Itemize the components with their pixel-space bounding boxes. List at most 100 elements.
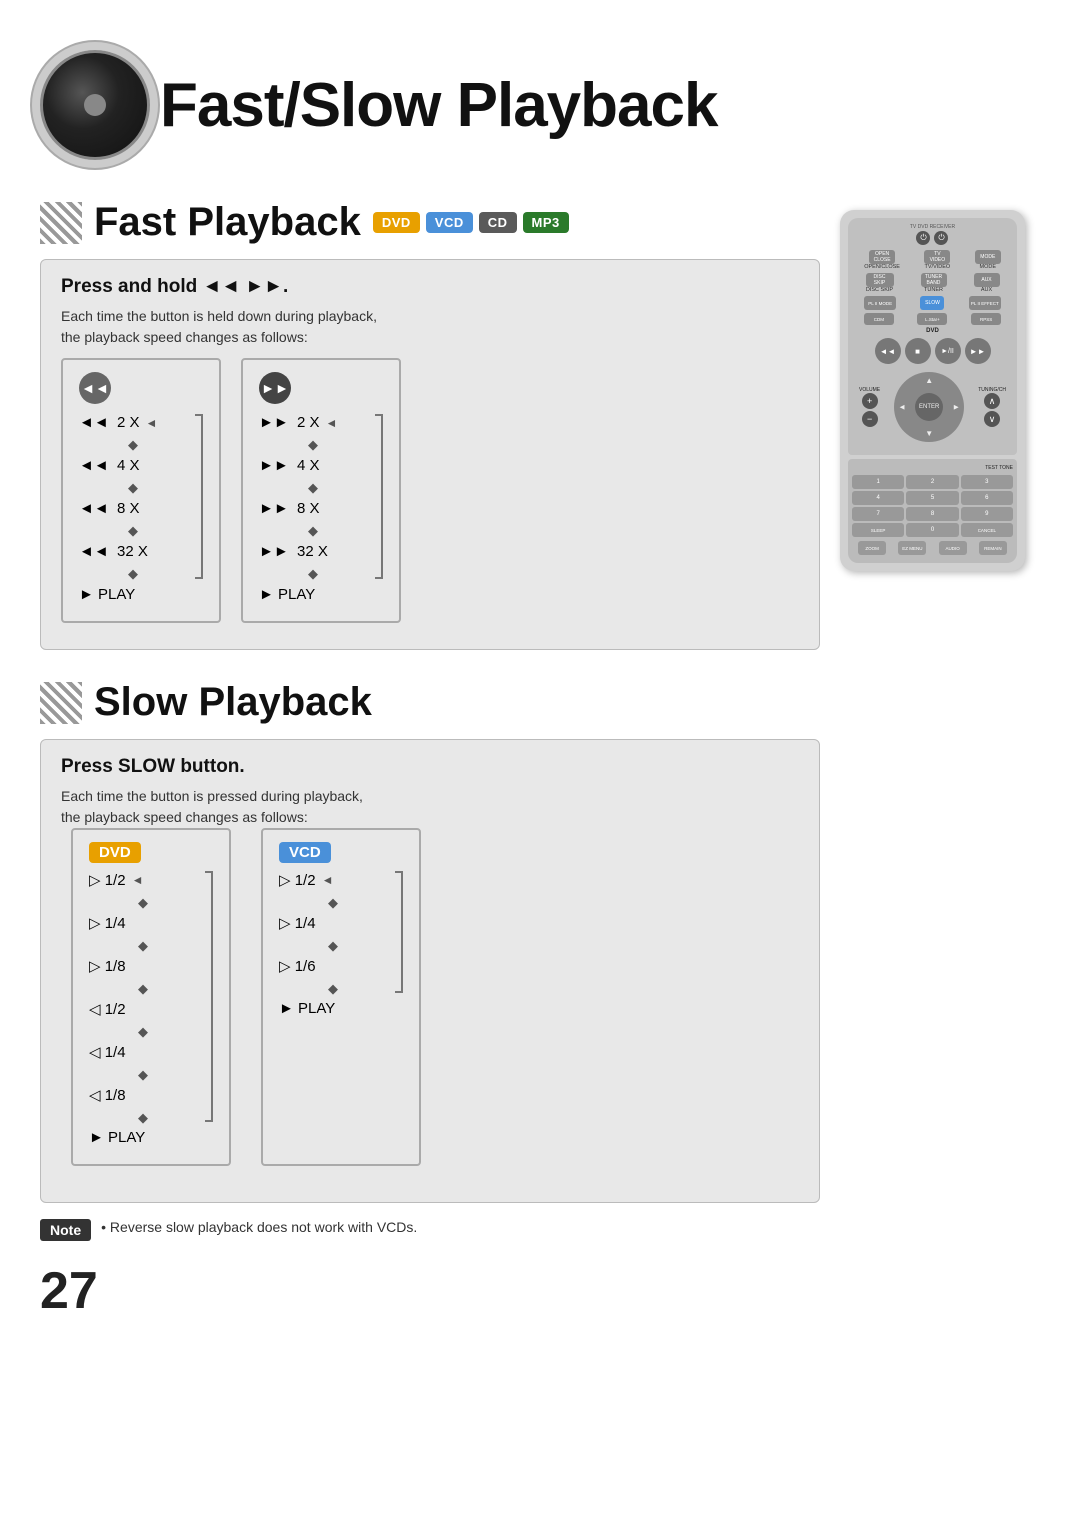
cancel-btn[interactable]: CANCEL bbox=[961, 523, 1013, 537]
nav-left[interactable]: ◄ bbox=[898, 403, 906, 412]
fast-playback-info-title: Press and hold ◄◄ ►►. bbox=[61, 276, 799, 298]
tv-video-btn[interactable]: TVVIDEO bbox=[924, 250, 950, 264]
zoom-btn[interactable]: ZOOM bbox=[858, 541, 886, 555]
rewind-btn-icon: ◄◄ bbox=[79, 372, 111, 404]
num-6[interactable]: 6 bbox=[961, 491, 1013, 505]
remote-top: TV DVD RECEIVER ⏻ ⏻ OPENCLOSE OPEN/CLOSE bbox=[848, 218, 1017, 455]
mode-btn[interactable]: MODE bbox=[975, 250, 1001, 264]
remote-numpad: 1 2 3 4 5 6 7 8 9 SLEEP 0 CANCEL bbox=[852, 475, 1013, 537]
num-2[interactable]: 2 bbox=[906, 475, 958, 489]
transport-play[interactable]: ►/II bbox=[935, 338, 961, 364]
remote-row-2: DISCSKIP DISC SKIP TUNERBAND TUNER AUX A… bbox=[852, 273, 1013, 293]
cdm-btn[interactable]: CDM bbox=[864, 313, 894, 325]
step-fw-diamond-2: ◆ bbox=[259, 480, 367, 496]
tuning-up-btn[interactable]: ∧ bbox=[984, 393, 1000, 409]
dvd-s4: ◁ 1/2 bbox=[89, 1000, 197, 1018]
dvd-s7: ► PLAY bbox=[89, 1129, 197, 1146]
remote-power-row: TV DVD RECEIVER ⏻ ⏻ bbox=[852, 224, 1013, 245]
nav-right[interactable]: ► bbox=[952, 403, 960, 412]
num-5[interactable]: 5 bbox=[906, 491, 958, 505]
slow-bold: SLOW bbox=[118, 756, 175, 777]
left-content: Fast Playback DVD VCD CD MP3 Press and h… bbox=[40, 190, 820, 1321]
vol-down-btn[interactable]: − bbox=[862, 411, 878, 427]
slow-playback-header: Slow Playback bbox=[40, 680, 820, 725]
slow-playback-icon bbox=[40, 682, 82, 724]
fast-playback-info-box: Press and hold ◄◄ ►►. Each time the butt… bbox=[40, 259, 820, 650]
nav-up[interactable]: ▲ bbox=[925, 376, 933, 385]
transport-stop[interactable]: ■ bbox=[905, 338, 931, 364]
dvd-s1: ▷ 1/2 ◄ bbox=[89, 871, 197, 889]
remote-row-1: OPENCLOSE OPEN/CLOSE TVVIDEO TV/VIDEO MO… bbox=[852, 250, 1013, 270]
remote-bottom: TEST TONE 1 2 3 4 5 6 7 8 9 SLEEP 0 bbox=[848, 459, 1017, 563]
badge-vcd: VCD bbox=[426, 212, 473, 233]
ez-menu-btn[interactable]: EZ MENU bbox=[898, 541, 926, 555]
num-3[interactable]: 3 bbox=[961, 475, 1013, 489]
disc-skip-btn[interactable]: DISCSKIP bbox=[866, 273, 894, 287]
num-1[interactable]: 1 bbox=[852, 475, 904, 489]
forward-btn-icon: ►► bbox=[259, 372, 291, 404]
num-0[interactable]: 0 bbox=[906, 523, 958, 537]
nav-down[interactable]: ▼ bbox=[925, 429, 933, 438]
fast-diagram-container: ◄◄ ◄◄ 2 X ◄ ◆ ◄◄ 4 X ◆ ◄◄ 8 X ◆ ◄◄ 32 X … bbox=[61, 358, 799, 623]
enter-btn[interactable]: ENTER bbox=[915, 393, 943, 421]
remain-btn[interactable]: REMAIN bbox=[979, 541, 1007, 555]
step-fw-play: ► PLAY bbox=[259, 586, 367, 603]
dvd-slow-diagram: DVD ▷ 1/2 ◄ ◆ ▷ 1/4 ◆ ▷ 1/8 ◆ ◁ 1/2 ◆ bbox=[71, 828, 231, 1166]
num-9[interactable]: 9 bbox=[961, 507, 1013, 521]
note-text: • Reverse slow playback does not work wi… bbox=[101, 1219, 417, 1235]
transport-rw[interactable]: ◄◄ bbox=[875, 338, 901, 364]
fast-playback-badges: DVD VCD CD MP3 bbox=[373, 212, 569, 233]
lstar-btn[interactable]: L.Star+ bbox=[917, 313, 947, 325]
vol-tuning-row: VOLUME + − ▲ ▼ ◄ ► bbox=[852, 368, 1013, 446]
badge-cd: CD bbox=[479, 212, 517, 233]
step-rw-2: ◄◄ 4 X bbox=[79, 457, 187, 474]
pl2-effect-btn[interactable]: PL II EFFECT bbox=[969, 296, 1001, 310]
aux-btn[interactable]: AUX bbox=[974, 273, 1000, 287]
dvd-s2: ▷ 1/4 bbox=[89, 914, 197, 932]
remote-transport: ◄◄ ■ ►/II ►► bbox=[852, 338, 1013, 364]
vol-up-btn[interactable]: + bbox=[862, 393, 878, 409]
step-fw-1: ►► 2 X ◄ bbox=[259, 414, 367, 431]
remote-nav-circle: ▲ ▼ ◄ ► ENTER bbox=[894, 372, 964, 442]
step-rw-4: ◄◄ 32 X bbox=[79, 543, 187, 560]
transport-ff[interactable]: ►► bbox=[965, 338, 991, 364]
remote-control: TV DVD RECEIVER ⏻ ⏻ OPENCLOSE OPEN/CLOSE bbox=[840, 210, 1025, 571]
num-4[interactable]: 4 bbox=[852, 491, 904, 505]
power-btn-2[interactable]: ⏻ bbox=[934, 231, 948, 245]
dvd-slow-badge: DVD bbox=[89, 842, 141, 863]
slow-diagrams: DVD ▷ 1/2 ◄ ◆ ▷ 1/4 ◆ ▷ 1/8 ◆ ◁ 1/2 ◆ bbox=[61, 828, 799, 1166]
rpss-btn[interactable]: RPSS bbox=[971, 313, 1001, 325]
open-close-btn[interactable]: OPENCLOSE bbox=[869, 250, 895, 264]
page-header: Fast/Slow Playback bbox=[40, 50, 1040, 160]
sleep-btn[interactable]: SLEEP bbox=[852, 523, 904, 537]
num-8[interactable]: 8 bbox=[906, 507, 958, 521]
vcd-slow-diagram: VCD ▷ 1/2 ◄ ◆ ▷ 1/4 ◆ ▷ 1/6 ◆ ► PLAY bbox=[261, 828, 421, 1166]
main-layout: Fast Playback DVD VCD CD MP3 Press and h… bbox=[40, 190, 1040, 1321]
step-rw-diamond-3: ◆ bbox=[79, 523, 187, 539]
step-rw-3: ◄◄ 8 X bbox=[79, 500, 187, 517]
power-btn[interactable]: ⏻ bbox=[916, 231, 930, 245]
step-rw-1: ◄◄ 2 X ◄ bbox=[79, 414, 187, 431]
pl2-mode-btn[interactable]: PL II MODE bbox=[864, 296, 896, 310]
tuner-btn[interactable]: TUNERBAND bbox=[921, 273, 947, 287]
num-7[interactable]: 7 bbox=[852, 507, 904, 521]
dvd-s5: ◁ 1/4 bbox=[89, 1043, 197, 1061]
step-fw-4: ►► 32 X bbox=[259, 543, 367, 560]
slow-playback-info-title: Press SLOW button. bbox=[61, 756, 799, 778]
test-tone-row: TEST TONE bbox=[852, 465, 1013, 471]
step-fw-diamond-3: ◆ bbox=[259, 523, 367, 539]
badge-mp3: MP3 bbox=[523, 212, 569, 233]
audio-btn[interactable]: AUDIO bbox=[939, 541, 967, 555]
step-fw-diamond-1: ◆ bbox=[259, 437, 367, 453]
rewind-diagram-header: ◄◄ bbox=[79, 372, 203, 404]
vcd-s2: ▷ 1/4 bbox=[279, 914, 387, 932]
page-container: Fast/Slow Playback Fast Playback DVD VCD… bbox=[0, 0, 1080, 1528]
forward-diagram: ►► ►► 2 X ◄ ◆ ►► 4 X ◆ ►► 8 X ◆ ►► 32 X … bbox=[241, 358, 401, 623]
fast-playback-title: Fast Playback bbox=[94, 200, 361, 245]
slow-section: Slow Playback Press SLOW button. Each ti… bbox=[40, 680, 820, 1241]
step-fw-2: ►► 4 X bbox=[259, 457, 367, 474]
slow-btn[interactable]: SLOW bbox=[920, 296, 944, 310]
page-title: Fast/Slow Playback bbox=[160, 70, 717, 141]
remote-bottom-btns: ZOOM EZ MENU AUDIO REMAIN bbox=[852, 541, 1013, 555]
tuning-down-btn[interactable]: ∨ bbox=[984, 411, 1000, 427]
